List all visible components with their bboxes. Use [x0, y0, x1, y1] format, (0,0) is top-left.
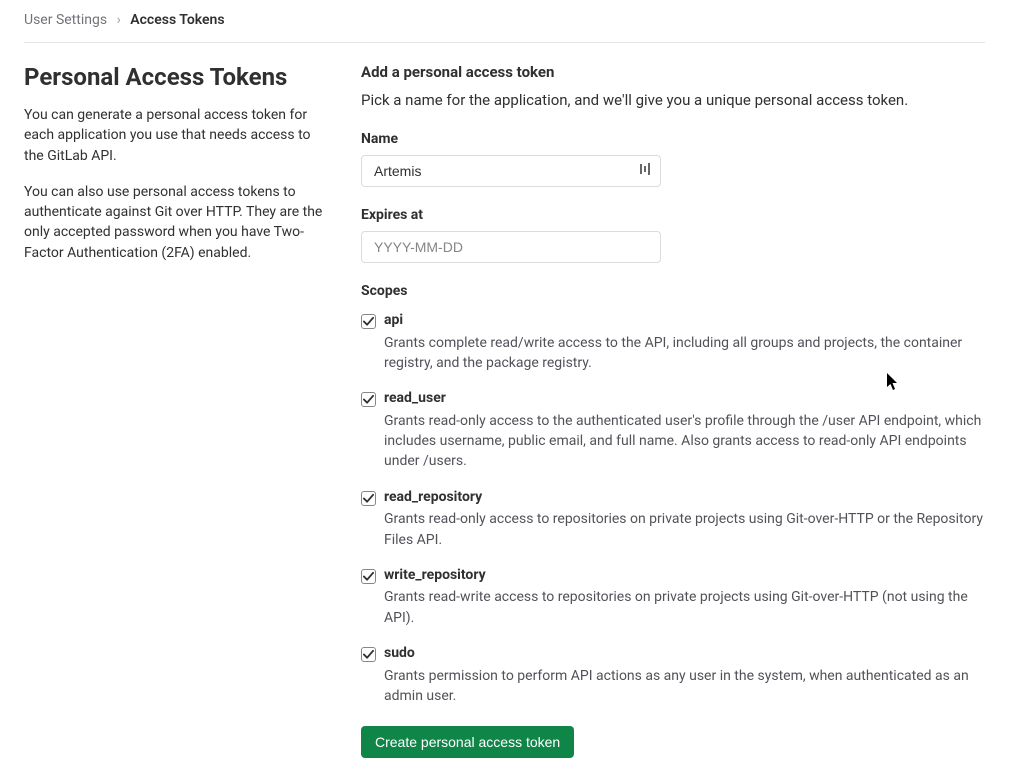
scope-checkbox-read_repository[interactable] — [361, 491, 376, 506]
create-token-button[interactable]: Create personal access token — [361, 726, 574, 758]
scope-checkbox-api[interactable] — [361, 314, 376, 329]
scope-description: Grants complete read/write access to the… — [384, 333, 985, 374]
scope-checkbox-write_repository[interactable] — [361, 569, 376, 584]
sidebar-para-2: You can also use personal access tokens … — [24, 182, 329, 263]
scope-description: Grants read-only access to the authentic… — [384, 411, 985, 472]
form-heading: Add a personal access token — [361, 63, 985, 81]
scope-name[interactable]: write_repository — [384, 566, 985, 586]
sidebar-para-1: You can generate a personal access token… — [24, 105, 329, 166]
scope-item-api: apiGrants complete read/write access to … — [361, 311, 985, 373]
breadcrumb-parent[interactable]: User Settings — [24, 12, 107, 28]
scope-item-write_repository: write_repositoryGrants read-write access… — [361, 566, 985, 628]
scope-checkbox-read_user[interactable] — [361, 392, 376, 407]
expires-input[interactable] — [361, 231, 661, 263]
scope-checkbox-sudo[interactable] — [361, 647, 376, 662]
main-form-area: Add a personal access token Pick a name … — [361, 63, 985, 758]
name-input[interactable] — [361, 155, 661, 187]
page-title: Personal Access Tokens — [24, 63, 329, 91]
form-intro: Pick a name for the application, and we'… — [361, 91, 985, 109]
scope-item-sudo: sudoGrants permission to perform API act… — [361, 644, 985, 706]
scope-name[interactable]: read_repository — [384, 488, 985, 508]
expires-label: Expires at — [361, 207, 985, 223]
breadcrumb-current: Access Tokens — [130, 12, 224, 28]
scopes-list: apiGrants complete read/write access to … — [361, 311, 985, 706]
scopes-label: Scopes — [361, 283, 985, 299]
scope-description: Grants permission to perform API actions… — [384, 666, 985, 707]
scope-description: Grants read-write access to repositories… — [384, 587, 985, 628]
chevron-right-icon: › — [117, 12, 121, 28]
scope-description: Grants read-only access to repositories … — [384, 509, 985, 550]
scope-name[interactable]: api — [384, 311, 985, 331]
scope-item-read_user: read_userGrants read-only access to the … — [361, 389, 985, 471]
scope-name[interactable]: sudo — [384, 644, 985, 664]
name-label: Name — [361, 131, 985, 147]
scope-name[interactable]: read_user — [384, 389, 985, 409]
scope-item-read_repository: read_repositoryGrants read-only access t… — [361, 488, 985, 550]
breadcrumb: User Settings › Access Tokens — [24, 12, 985, 43]
sidebar-description: Personal Access Tokens You can generate … — [24, 63, 329, 758]
